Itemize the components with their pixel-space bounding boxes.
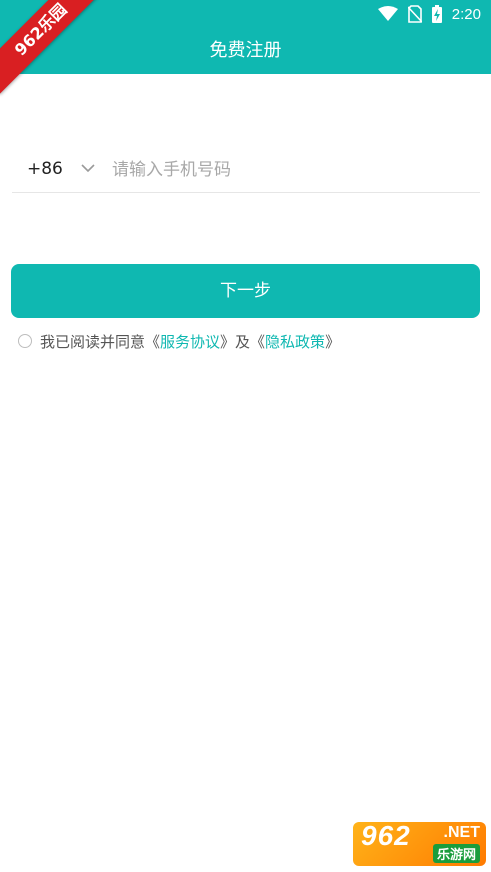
agreement-row: 我已阅读并同意《 服务协议 》及《 隐私政策 》 (18, 330, 340, 352)
agreement-suffix: 》 (325, 332, 341, 351)
phone-input[interactable] (110, 152, 474, 188)
phone-input-row: +86 (12, 146, 480, 193)
watermark-domain: .NET (443, 824, 480, 841)
page-title: 免费注册 (209, 40, 282, 61)
status-time: 2:20 (451, 5, 481, 23)
watermark-number: 962 (361, 822, 411, 851)
country-code[interactable]: +86 (27, 146, 63, 192)
wifi-icon (377, 6, 398, 21)
watermark-logo: 962 .NET 乐游网 (353, 822, 486, 866)
service-agreement-link[interactable]: 服务协议 (160, 331, 220, 352)
app-bar: 免费注册 (0, 28, 491, 74)
agreement-middle: 》及《 (220, 332, 266, 351)
watermark-subtitle: 乐游网 (432, 844, 480, 863)
chevron-down-icon[interactable] (80, 160, 96, 176)
status-icons: 2:20 (377, 4, 481, 24)
agreement-prefix: 我已阅读并同意《 (40, 332, 161, 351)
privacy-policy-link[interactable]: 隐私政策 (265, 331, 325, 352)
next-button[interactable]: 下一步 (11, 264, 480, 318)
battery-charging-icon (431, 5, 442, 23)
agree-checkbox[interactable] (18, 334, 32, 348)
no-sim-icon (407, 5, 422, 23)
